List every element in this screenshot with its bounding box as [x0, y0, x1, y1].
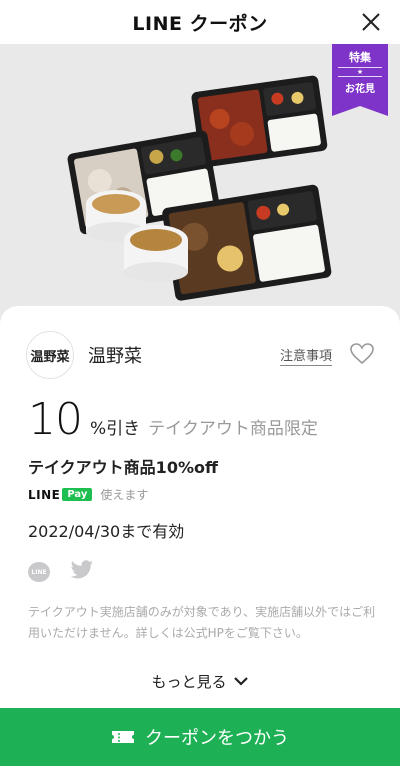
more-label: もっと見る	[151, 672, 227, 691]
store-row: 温野菜 温野菜 注意事項	[26, 330, 376, 380]
share-row: LINE	[28, 560, 94, 584]
line-share-icon[interactable]: LINE	[28, 562, 50, 582]
expiry-date: 2022/04/30まで有効	[28, 522, 185, 541]
header-title: LINE クーポン	[132, 12, 268, 35]
heart-icon	[350, 343, 374, 365]
close-button[interactable]	[356, 7, 386, 37]
feature-badge: 特集 ★ お花見	[332, 44, 388, 106]
badge-ribbon-tail	[332, 106, 388, 116]
ticket-icon	[112, 731, 134, 743]
notes-link[interactable]: 注意事項	[279, 345, 332, 366]
discount-number: 10	[28, 394, 83, 445]
line-pay-logo-line: LINE	[28, 487, 61, 502]
use-coupon-label: クーポンをつかう	[145, 728, 289, 749]
store-logo: 温野菜	[26, 331, 74, 379]
discount-row: 10 %引き テイクアウト商品限定	[28, 394, 318, 446]
more-button[interactable]: もっと見る	[0, 666, 400, 696]
line-pay-usable: 使えます	[100, 488, 149, 502]
badge-star-icon: ★	[338, 67, 382, 77]
close-icon	[362, 13, 380, 31]
badge-label-top: 特集	[349, 51, 371, 64]
app-header: LINE クーポン	[0, 0, 400, 44]
store-logo-text: 温野菜	[30, 349, 70, 365]
line-pay-logo-pay: Pay	[62, 488, 93, 501]
store-name: 温野菜	[88, 346, 142, 367]
chevron-down-icon	[233, 677, 248, 686]
favorite-button[interactable]	[350, 343, 374, 369]
line-pay-row: LINE Pay 使えます	[28, 486, 148, 503]
use-coupon-button[interactable]: クーポンをつかう	[0, 708, 400, 766]
discount-unit: %引き	[90, 419, 141, 439]
badge-label-bottom: お花見	[345, 84, 375, 95]
discount-note: テイクアウト商品限定	[148, 419, 318, 439]
description-fade	[0, 644, 400, 664]
coupon-title: テイクアウト商品10%off	[28, 458, 218, 477]
coupon-card: 温野菜 温野菜 注意事項 10 %引き テイクアウト商品限定 テイクアウト商品1…	[0, 306, 400, 708]
twitter-icon	[70, 560, 93, 579]
twitter-share-button[interactable]	[70, 560, 94, 584]
hero-image: 特集 ★ お花見	[0, 44, 400, 334]
